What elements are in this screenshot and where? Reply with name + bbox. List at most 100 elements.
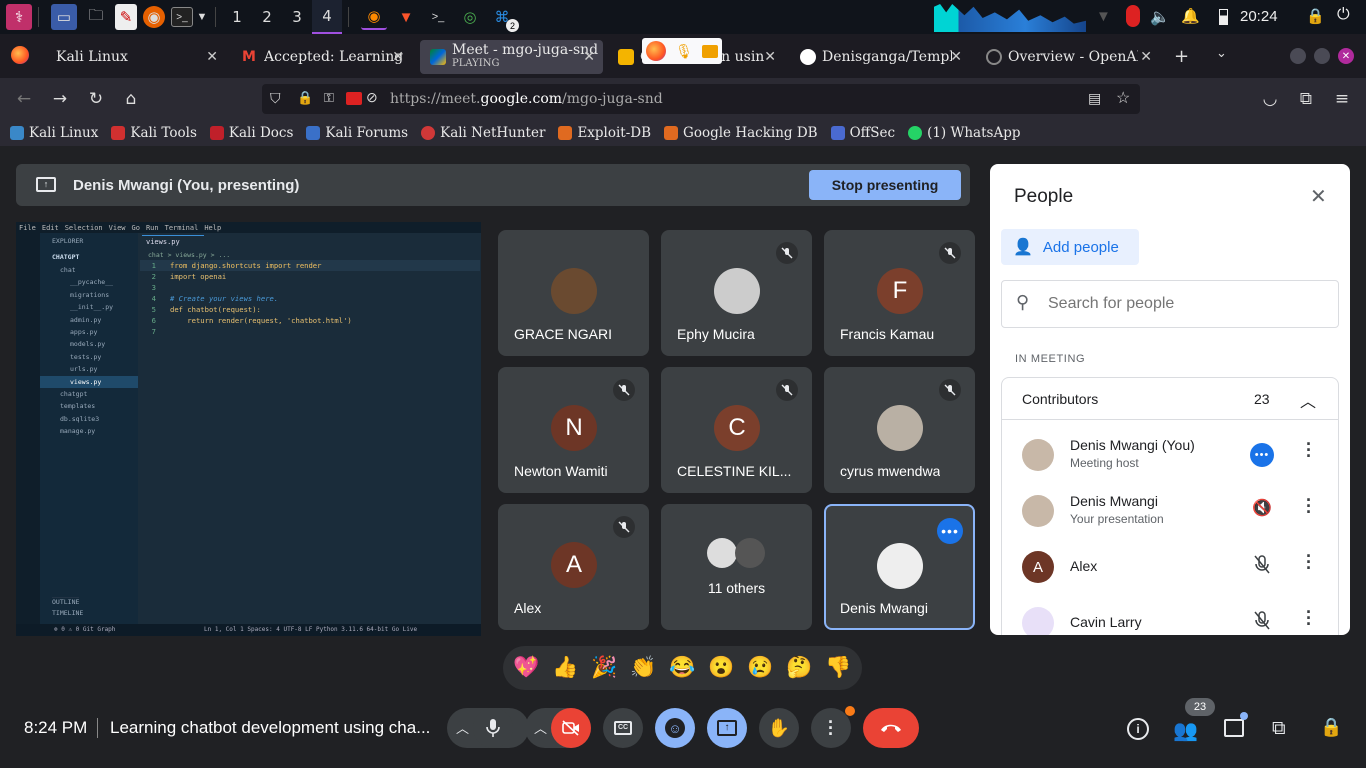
file-tree-item[interactable]: admin.py (40, 314, 138, 326)
tab-github[interactable]: Denisganga/Templat ✕ (790, 40, 970, 74)
workspace-2[interactable]: 2 (252, 0, 282, 34)
reaction-thumbs-up[interactable]: 👍 (547, 649, 585, 687)
file-tree-item[interactable]: manage.py (40, 425, 138, 437)
kali-menu-icon[interactable]: ⚕ (6, 4, 32, 30)
stop-presenting-button[interactable]: Stop presenting (809, 170, 961, 200)
participant-tile-self[interactable]: ••• Denis Mwangi (824, 504, 975, 630)
tab-openai[interactable]: Overview - OpenAI A ✕ (976, 40, 1160, 74)
bookmark-star-icon[interactable]: ☆ (1116, 88, 1130, 108)
reaction-thinking[interactable]: 🤔 (781, 649, 819, 687)
url-text[interactable]: https://meet.google.com/mgo-juga-snd (390, 91, 663, 107)
file-tree-item[interactable]: tests.py (40, 351, 138, 363)
contributors-header[interactable]: Contributors 23 ︿ (1002, 378, 1338, 420)
reaction-party[interactable]: 🎉 (586, 649, 624, 687)
search-input[interactable] (1048, 293, 1318, 315)
participant-tile[interactable]: N Newton Wamiti (498, 367, 649, 493)
power-icon[interactable]: ⏻ (1337, 6, 1350, 24)
file-tree-item[interactable]: urls.py (40, 363, 138, 375)
present-button[interactable]: ↑ (707, 708, 747, 748)
autoplay-blocked-icon[interactable]: ⊘ (366, 89, 378, 106)
leave-call-button[interactable] (863, 708, 919, 748)
back-icon[interactable]: ← (13, 88, 35, 110)
menu-icon[interactable]: ≡ (1331, 88, 1353, 110)
bookmark-kali-linux[interactable]: Kali Linux (10, 125, 98, 141)
close-icon[interactable]: ✕ (206, 49, 218, 65)
home-icon[interactable]: ⌂ (120, 88, 142, 110)
search-people-box[interactable]: ⚲ (1001, 280, 1339, 328)
participant-row[interactable]: Cavin Larry · · · (990, 595, 1350, 635)
participant-tile[interactable]: C CELESTINE KIL... (661, 367, 812, 493)
host-controls-icon[interactable]: 🔒 (1320, 717, 1342, 738)
camera-off-button[interactable] (551, 708, 591, 748)
add-people-button[interactable]: 👤 Add people (1001, 229, 1139, 265)
workspace-1[interactable]: 1 (222, 0, 252, 34)
reaction-surprised[interactable]: 😮 (703, 649, 741, 687)
activities-icon[interactable]: ⧉ (1272, 718, 1286, 740)
kebab-icon[interactable]: · · · (1306, 435, 1312, 465)
captions-button[interactable]: CC (603, 708, 643, 748)
vscode-window-icon[interactable]: ⌘ 2 (489, 4, 519, 32)
participant-row[interactable]: Denis Mwangi Your presentation 🔇 · · · (990, 483, 1350, 539)
pocket-icon[interactable]: ◡ (1259, 88, 1281, 110)
reaction-sad[interactable]: 😢 (742, 649, 780, 687)
bookmark-whatsapp[interactable]: (1) WhatsApp (908, 125, 1020, 141)
emoji-button[interactable]: ☺ (655, 708, 695, 748)
kebab-icon[interactable]: · · · (1306, 603, 1312, 633)
participant-tile[interactable]: Ephy Mucira (661, 230, 812, 356)
maximize-button[interactable] (1314, 48, 1330, 64)
minimize-button[interactable] (1290, 48, 1306, 64)
desktop-icon[interactable]: ▭ (51, 4, 77, 30)
terminal-window-icon[interactable]: >_ (425, 4, 451, 30)
chat-icon[interactable] (1224, 719, 1244, 737)
file-tree-item[interactable]: views.py (40, 375, 138, 388)
tab-meet[interactable]: Meet - mgo-juga-snd PLAYING ✕ (420, 40, 603, 74)
close-window-button[interactable]: ✕ (1338, 48, 1354, 64)
file-manager-icon[interactable]: 🗀 (83, 4, 109, 30)
lock-icon[interactable]: 🔒 (1306, 7, 1325, 25)
bookmark-google-hacking-db[interactable]: Google Hacking DB (664, 125, 818, 141)
terminal-icon[interactable]: >_ (171, 7, 193, 27)
tab-list-icon[interactable]: ⌄ (1216, 46, 1227, 61)
bookmark-exploit-db[interactable]: Exploit-DB (558, 125, 651, 141)
chevron-down-icon[interactable]: ▼ (195, 4, 209, 30)
people-icon[interactable]: 👥 (1173, 718, 1199, 742)
network-icon[interactable]: ▼ (1096, 8, 1111, 25)
screen-share-permission-icon[interactable] (346, 92, 362, 105)
participant-row[interactable]: Denis Mwangi (You) Meeting host ••• · · · (990, 427, 1350, 483)
reaction-heart[interactable]: 💖 (508, 649, 546, 687)
microphone-button[interactable] (473, 708, 513, 748)
tab-accepted-learning[interactable]: M Accepted: Learning c ✕ (232, 40, 412, 74)
bookmark-offsec[interactable]: OffSec (830, 125, 895, 141)
reader-view-icon[interactable]: ▤ (1088, 90, 1101, 107)
file-tree-item[interactable]: migrations (40, 289, 138, 301)
brave-window-icon[interactable]: ▼ (393, 4, 419, 30)
participant-tile[interactable]: cyrus mwendwa (824, 367, 975, 493)
close-icon[interactable]: ✕ (764, 49, 776, 65)
file-tree-item[interactable]: __pycache__ (40, 276, 138, 288)
reload-icon[interactable]: ↻ (85, 88, 107, 110)
file-tree-item[interactable]: chat (40, 264, 138, 276)
close-icon[interactable]: ✕ (392, 49, 404, 65)
firefox-view-icon[interactable] (11, 46, 29, 64)
close-icon[interactable]: ✕ (583, 49, 595, 65)
file-tree-item[interactable]: models.py (40, 338, 138, 350)
firefox-window-icon[interactable]: ◉ (361, 4, 387, 30)
file-tree-item[interactable]: __init__.py (40, 301, 138, 313)
bookmark-kali-forums[interactable]: Kali Forums (306, 125, 408, 141)
file-tree-item[interactable]: chatgpt (40, 388, 138, 400)
lock-icon[interactable]: 🔒 (297, 90, 313, 106)
close-icon[interactable]: ✕ (950, 49, 962, 65)
close-icon[interactable]: ✕ (1140, 49, 1152, 65)
reaction-thumbs-down[interactable]: 👎 (820, 649, 858, 687)
file-tree-item[interactable]: apps.py (40, 326, 138, 338)
extensions-icon[interactable]: ⧉ (1295, 88, 1317, 110)
participant-row[interactable]: A Alex · · · (990, 539, 1350, 595)
chevron-up-icon[interactable]: ︿ (1300, 388, 1316, 412)
sharing-indicator[interactable]: 🎙 (642, 38, 722, 64)
file-tree-item[interactable]: templates (40, 400, 138, 412)
close-icon[interactable]: ✕ (1310, 184, 1327, 208)
tab-kali-linux[interactable]: Kali Linux ✕ (40, 40, 226, 74)
raise-hand-button[interactable]: ✋ (759, 708, 799, 748)
microphone-icon[interactable] (1126, 5, 1140, 27)
participant-tile[interactable]: GRACE NGARI (498, 230, 649, 356)
